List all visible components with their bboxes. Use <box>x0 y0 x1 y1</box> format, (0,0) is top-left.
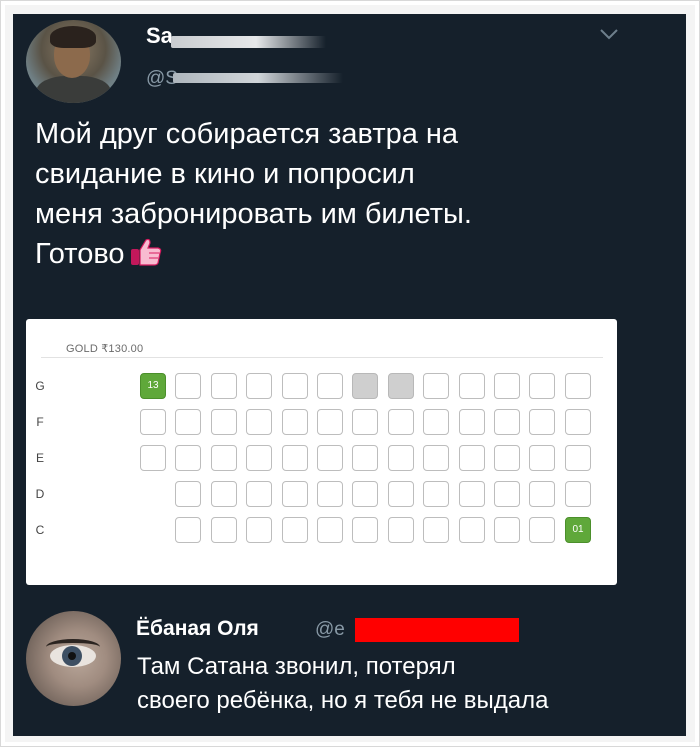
seat-available[interactable] <box>494 481 520 507</box>
seat-available[interactable] <box>352 481 378 507</box>
seat-available[interactable] <box>565 445 591 471</box>
avatar[interactable] <box>26 20 121 103</box>
seat-available[interactable] <box>459 373 485 399</box>
username[interactable]: Ёбаная Оля <box>136 617 259 641</box>
seat-available[interactable] <box>211 445 237 471</box>
tweet-line-last: Готово <box>35 234 645 274</box>
seat-available[interactable] <box>388 517 414 543</box>
seat-available[interactable] <box>317 517 343 543</box>
avatar-pupil <box>68 652 76 660</box>
seat-available[interactable] <box>494 409 520 435</box>
seat-available[interactable] <box>211 481 237 507</box>
seat-available[interactable] <box>246 445 272 471</box>
seat-selected[interactable]: 13 <box>140 373 166 399</box>
seat-available[interactable] <box>246 481 272 507</box>
seat-available[interactable] <box>352 409 378 435</box>
seat-taken <box>352 373 378 399</box>
seat-available[interactable] <box>282 409 308 435</box>
seat-map: GOLD ₹130.00 G 13 F E D C 01 <box>26 319 617 585</box>
seat-available[interactable] <box>459 445 485 471</box>
reply-text: Там Сатана звонил, потерял своего ребёнк… <box>137 650 677 718</box>
seat-available[interactable] <box>529 481 555 507</box>
user-handle[interactable]: @е <box>315 619 345 641</box>
seat-available[interactable] <box>175 445 201 471</box>
seat-available[interactable] <box>494 445 520 471</box>
handle-redaction <box>173 73 343 83</box>
seat-available[interactable] <box>175 481 201 507</box>
tweet-text: Мой друг собирается завтра на свидание в… <box>35 114 645 274</box>
avatar-eye <box>50 645 96 667</box>
photo-frame: Sa @S Мой друг собирается завтра на свид… <box>0 0 700 747</box>
twitter-screenshot: Sa @S Мой друг собирается завтра на свид… <box>13 14 686 736</box>
tweet-line: свидание в кино и попросил <box>35 158 415 190</box>
seat-available[interactable] <box>459 517 485 543</box>
seat-available[interactable] <box>317 409 343 435</box>
seat-available[interactable] <box>565 481 591 507</box>
reply-line: своего ребёнка, но я тебя не выдала <box>137 687 549 714</box>
seat-available[interactable] <box>175 373 201 399</box>
seat-selected[interactable]: 01 <box>565 517 591 543</box>
seat-available[interactable] <box>494 373 520 399</box>
seat-available[interactable] <box>282 445 308 471</box>
seat-available[interactable] <box>423 481 449 507</box>
seat-available[interactable] <box>529 409 555 435</box>
seat-available[interactable] <box>529 373 555 399</box>
seat-available[interactable] <box>140 445 166 471</box>
seat-available[interactable] <box>423 445 449 471</box>
tweet-line: меня забронировать им билеты. <box>35 198 472 230</box>
avatar-shirt <box>36 76 111 103</box>
row-label: C <box>35 523 45 537</box>
seat-available[interactable] <box>529 517 555 543</box>
seat-available[interactable] <box>459 481 485 507</box>
seat-available[interactable] <box>282 481 308 507</box>
seat-taken <box>388 373 414 399</box>
seat-available[interactable] <box>388 445 414 471</box>
seat-available[interactable] <box>565 409 591 435</box>
reply-line: Там Сатана звонил, потерял <box>137 653 456 680</box>
seat-available[interactable] <box>352 445 378 471</box>
avatar[interactable] <box>26 611 121 706</box>
seat-available[interactable] <box>211 409 237 435</box>
chevron-down-icon[interactable] <box>598 26 620 42</box>
section-divider <box>41 357 603 358</box>
seat-available[interactable] <box>140 409 166 435</box>
seat-available[interactable] <box>494 517 520 543</box>
seat-available[interactable] <box>423 373 449 399</box>
seat-available[interactable] <box>317 481 343 507</box>
seat-available[interactable] <box>565 373 591 399</box>
seat-available[interactable] <box>317 373 343 399</box>
seat-available[interactable] <box>529 445 555 471</box>
seat-available[interactable] <box>175 517 201 543</box>
seat-available[interactable] <box>246 373 272 399</box>
seat-available[interactable] <box>211 517 237 543</box>
row-label: F <box>36 415 44 429</box>
seat-available[interactable] <box>175 409 201 435</box>
tweet-line: Готово <box>35 238 125 270</box>
section-label: GOLD ₹130.00 <box>66 343 144 355</box>
username-redaction <box>171 36 326 48</box>
handle-redaction <box>355 618 519 642</box>
seat-available[interactable] <box>459 409 485 435</box>
avatar-hair <box>50 26 96 48</box>
tweet-line: Мой друг собирается завтра на <box>35 118 459 150</box>
seat-available[interactable] <box>211 373 237 399</box>
seat-available[interactable] <box>423 409 449 435</box>
seat-available[interactable] <box>246 517 272 543</box>
row-label: E <box>35 451 44 465</box>
seat-available[interactable] <box>317 445 343 471</box>
seat-available[interactable] <box>388 481 414 507</box>
row-label: G <box>35 379 45 393</box>
seat-available[interactable] <box>246 409 272 435</box>
seat-available[interactable] <box>282 517 308 543</box>
avatar-iris <box>62 646 82 666</box>
thumbs-up-icon <box>130 239 161 266</box>
row-label: D <box>35 487 45 501</box>
seat-available[interactable] <box>352 517 378 543</box>
seat-available[interactable] <box>423 517 449 543</box>
seat-available[interactable] <box>388 409 414 435</box>
username[interactable]: Sa <box>146 23 173 49</box>
seat-available[interactable] <box>282 373 308 399</box>
